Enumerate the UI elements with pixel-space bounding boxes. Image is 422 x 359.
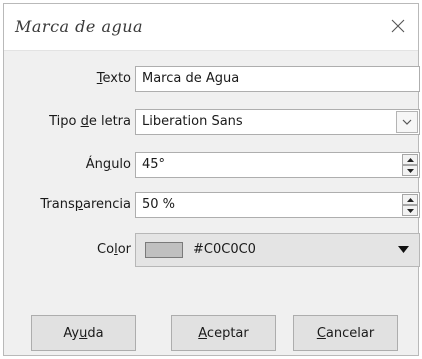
color-label: Color <box>97 242 131 257</box>
cancel-button[interactable]: Cancelar <box>293 315 398 351</box>
font-row: Tipo de letra Liberation Sans <box>4 108 420 136</box>
color-swatch <box>145 242 183 258</box>
angle-spin-down-button[interactable] <box>402 165 418 176</box>
transparency-spin-down-button[interactable] <box>402 205 418 216</box>
transparency-spinbox-value: 50 % <box>142 197 176 212</box>
color-row: Color #C0C0C0 <box>4 233 420 267</box>
transparency-row: Transparencia 50 % <box>4 191 420 219</box>
help-button-label: Ayuda <box>63 325 104 341</box>
color-picker-button[interactable]: #C0C0C0 <box>135 233 420 267</box>
transparency-spin-up-button[interactable] <box>402 194 418 205</box>
ok-button-label: Aceptar <box>198 325 249 341</box>
dialog-title: Marca de agua <box>15 17 144 36</box>
font-dropdown-button[interactable] <box>396 111 418 133</box>
spin-down-icon <box>406 168 414 173</box>
watermark-dialog: Marca de agua Texto Marca de Agua Tipo d… <box>3 3 420 356</box>
angle-spinner <box>402 154 418 176</box>
angle-spinbox[interactable]: 45° <box>135 152 420 178</box>
font-combobox[interactable]: Liberation Sans <box>135 109 420 135</box>
font-label: Tipo de letra <box>49 114 131 129</box>
angle-label: Ángulo <box>85 157 131 172</box>
angle-spinbox-value: 45° <box>142 157 166 172</box>
triangle-down-icon <box>398 246 409 253</box>
transparency-label: Transparencia <box>40 197 131 212</box>
transparency-spinbox[interactable]: 50 % <box>135 192 420 218</box>
title-bar: Marca de agua <box>4 4 418 51</box>
text-input-value: Marca de Agua <box>142 71 240 86</box>
text-row: Texto Marca de Agua <box>4 65 420 93</box>
close-button[interactable] <box>386 14 410 38</box>
transparency-spinner <box>402 194 418 216</box>
ok-button[interactable]: Aceptar <box>171 315 276 351</box>
text-label: Texto <box>96 71 131 86</box>
help-button[interactable]: Ayuda <box>31 315 136 351</box>
cancel-button-label: Cancelar <box>316 325 375 341</box>
spin-up-icon <box>406 197 414 202</box>
text-input[interactable]: Marca de Agua <box>135 66 420 92</box>
spin-down-icon <box>406 208 414 213</box>
color-value: #C0C0C0 <box>193 242 256 257</box>
font-combobox-value: Liberation Sans <box>142 114 243 129</box>
angle-spin-up-button[interactable] <box>402 154 418 165</box>
chevron-down-icon <box>402 119 412 125</box>
spin-up-icon <box>406 157 414 162</box>
angle-row: Ángulo 45° <box>4 151 420 179</box>
close-icon <box>391 19 405 33</box>
